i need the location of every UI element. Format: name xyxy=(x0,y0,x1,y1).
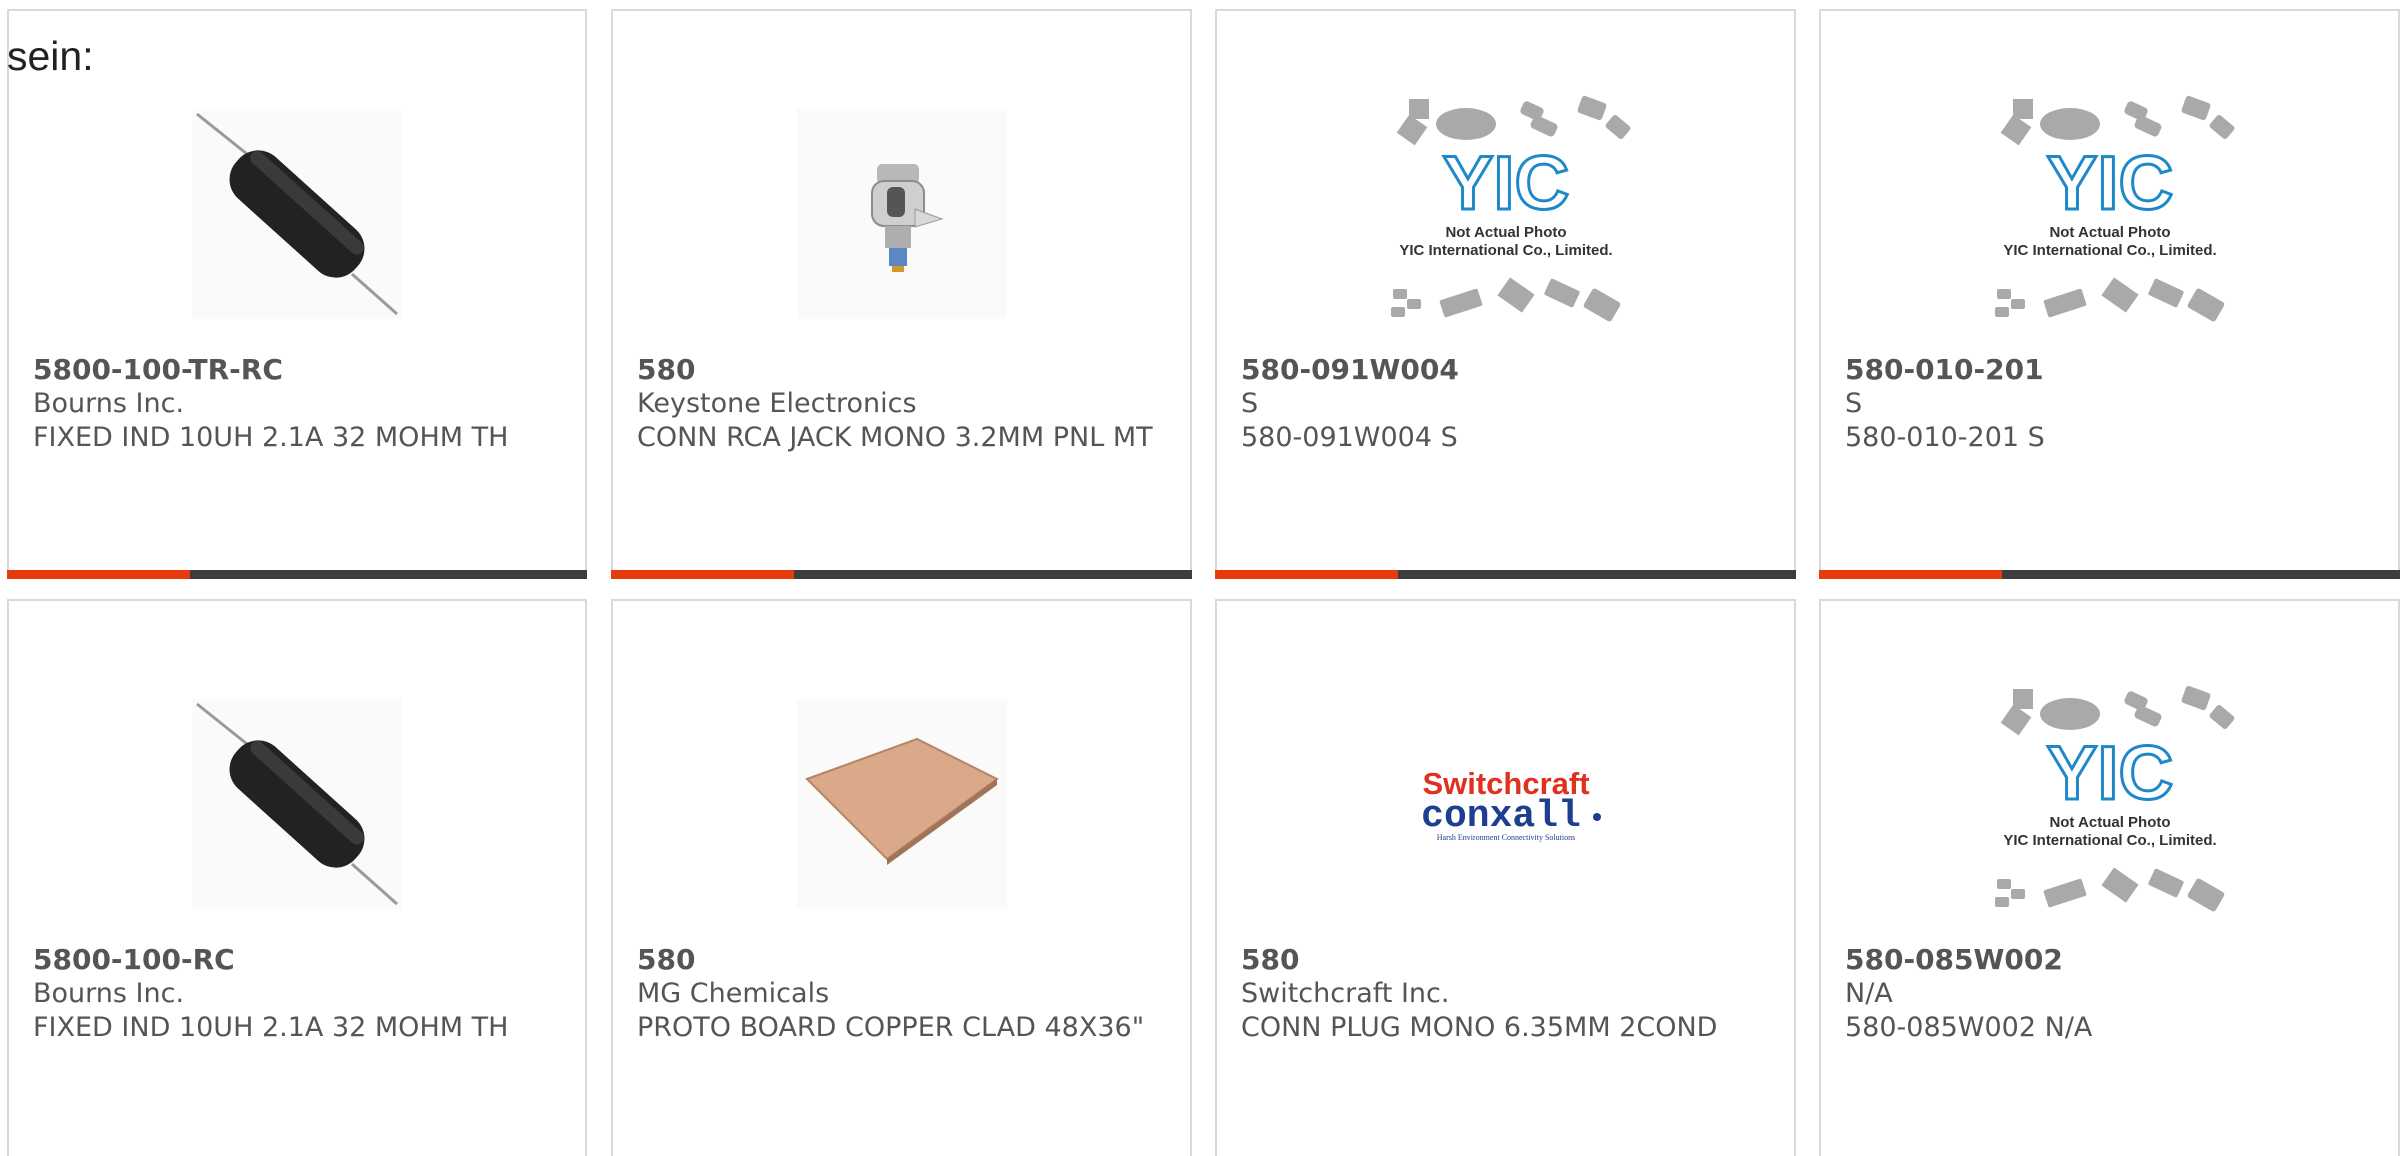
logo-text-conxall: conxall xyxy=(1421,795,1581,838)
switchcraft-conxall-logo: Switchcraft conxall Harsh Environment Co… xyxy=(1371,669,1641,939)
placeholder-yic-image: YIC Not Actual Photo YIC International C… xyxy=(1975,79,2245,349)
part-number[interactable]: 580-010-201 xyxy=(1845,353,2378,387)
copper-board-icon xyxy=(767,669,1037,939)
product-info: 580-010-201 S 580-010-201 S xyxy=(1845,353,2378,455)
product-info: 580 MG Chemicals PROTO BOARD COPPER CLAD… xyxy=(637,943,1170,1045)
card-accent-bar xyxy=(1215,570,1796,579)
rca-jack-icon xyxy=(767,79,1037,349)
product-card[interactable]: YIC Not Actual Photo YIC International C… xyxy=(1819,599,2400,1156)
svg-text:YIC: YIC xyxy=(2046,141,2173,226)
manufacturer: N/A xyxy=(1845,978,1893,1009)
description: 580-091W004 S xyxy=(1241,422,1458,453)
card-accent-bar xyxy=(611,570,1192,579)
product-info: 5800-100-TR-RC Bourns Inc. FIXED IND 10U… xyxy=(33,353,565,455)
product-card[interactable]: YIC Not Actual Photo YIC International C… xyxy=(1215,9,1796,579)
card-accent-bar xyxy=(1819,570,2400,579)
part-number[interactable]: 580 xyxy=(637,943,1170,977)
inductor-icon xyxy=(162,79,432,349)
description: 580-010-201 S xyxy=(1845,422,2045,453)
manufacturer: Switchcraft Inc. xyxy=(1241,978,1450,1009)
part-number[interactable]: 580-091W004 xyxy=(1241,353,1774,387)
product-grid-page: sein: 5800-100-TR-RC Bourns Inc. FIXED I… xyxy=(0,0,2400,1156)
description: FIXED IND 10UH 2.1A 32 MOHM TH xyxy=(33,422,509,453)
product-info: 580 Switchcraft Inc. CONN PLUG MONO 6.35… xyxy=(1241,943,1774,1045)
part-number[interactable]: 5800-100-RC xyxy=(33,943,565,977)
product-info: 5800-100-RC Bourns Inc. FIXED IND 10UH 2… xyxy=(33,943,565,1045)
image-text-not-actual-photo: Not Actual Photo xyxy=(2049,814,2170,831)
manufacturer: Keystone Electronics xyxy=(637,388,917,419)
svg-text:YIC: YIC xyxy=(2046,731,2173,816)
image-text-yic-company: YIC International Co., Limited. xyxy=(1399,242,1612,259)
card-accent-bar xyxy=(7,570,587,579)
image-text-yic-company: YIC International Co., Limited. xyxy=(2003,832,2216,849)
logo-tagline: Harsh Environment Connectivity Solutions xyxy=(1436,833,1574,842)
image-text-not-actual-photo: Not Actual Photo xyxy=(2049,224,2170,241)
product-info: 580-085W002 N/A 580-085W002 N/A xyxy=(1845,943,2378,1045)
svg-text:YIC: YIC xyxy=(1442,141,1569,226)
part-number[interactable]: 580 xyxy=(1241,943,1774,977)
description: 580-085W002 N/A xyxy=(1845,1012,2093,1043)
product-card[interactable]: 580 Keystone Electronics CONN RCA JACK M… xyxy=(611,9,1192,579)
description: CONN PLUG MONO 6.35MM 2COND xyxy=(1241,1012,1718,1043)
part-number[interactable]: 5800-100-TR-RC xyxy=(33,353,565,387)
product-info: 580-091W004 S 580-091W004 S xyxy=(1241,353,1774,455)
image-text-yic-company: YIC International Co., Limited. xyxy=(2003,242,2216,259)
description: PROTO BOARD COPPER CLAD 48X36" xyxy=(637,1012,1145,1043)
description: CONN RCA JACK MONO 3.2MM PNL MT xyxy=(637,422,1153,453)
part-number[interactable]: 580-085W002 xyxy=(1845,943,2378,977)
product-card[interactable]: Switchcraft conxall Harsh Environment Co… xyxy=(1215,599,1796,1156)
part-number[interactable]: 580 xyxy=(637,353,1170,387)
product-card[interactable]: 580 MG Chemicals PROTO BOARD COPPER CLAD… xyxy=(611,599,1192,1156)
page-prefix-text: sein: xyxy=(7,33,94,79)
product-card[interactable]: 5800-100-TR-RC Bourns Inc. FIXED IND 10U… xyxy=(7,9,587,579)
manufacturer: Bourns Inc. xyxy=(33,978,185,1009)
product-info: 580 Keystone Electronics CONN RCA JACK M… xyxy=(637,353,1170,455)
placeholder-yic-image: YIC Not Actual Photo YIC International C… xyxy=(1371,79,1641,349)
placeholder-yic-image: YIC Not Actual Photo YIC International C… xyxy=(1975,669,2245,939)
manufacturer: Bourns Inc. xyxy=(33,388,185,419)
manufacturer: S xyxy=(1241,388,1259,419)
product-card[interactable]: YIC Not Actual Photo YIC International C… xyxy=(1819,9,2400,579)
manufacturer: S xyxy=(1845,388,1863,419)
image-text-not-actual-photo: Not Actual Photo xyxy=(1445,224,1566,241)
inductor-icon xyxy=(162,669,432,939)
description: FIXED IND 10UH 2.1A 32 MOHM TH xyxy=(33,1012,509,1043)
product-card[interactable]: 5800-100-RC Bourns Inc. FIXED IND 10UH 2… xyxy=(7,599,587,1156)
manufacturer: MG Chemicals xyxy=(637,978,830,1009)
